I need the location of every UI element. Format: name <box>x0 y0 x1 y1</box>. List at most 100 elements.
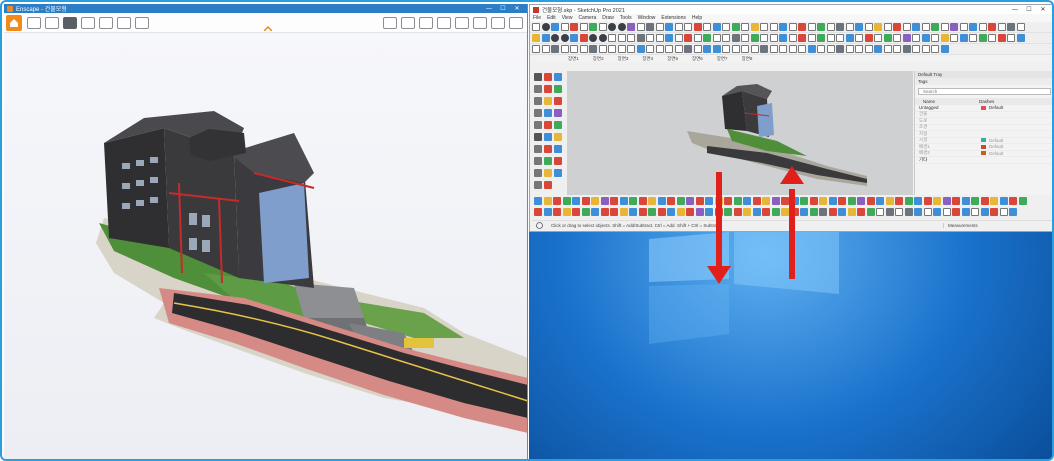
tool-icon[interactable] <box>836 45 844 53</box>
tool-icon[interactable] <box>684 34 692 42</box>
tool-icon[interactable] <box>940 23 949 31</box>
tool-icon[interactable] <box>961 207 970 216</box>
help-button[interactable] <box>509 16 523 29</box>
tool-icon[interactable] <box>693 23 702 31</box>
tool-icon[interactable] <box>855 23 863 31</box>
tool-icon[interactable] <box>591 207 599 216</box>
tool-icon[interactable] <box>990 196 998 205</box>
asset-library-button[interactable] <box>27 16 41 29</box>
tool-icon[interactable] <box>904 196 913 205</box>
tool-icon[interactable] <box>885 196 894 205</box>
tool-icon[interactable] <box>543 196 552 205</box>
tool-icon[interactable] <box>752 207 761 216</box>
sketchup-maximize-button[interactable]: ☐ <box>1022 6 1036 13</box>
tool-icon[interactable] <box>959 34 968 42</box>
tool-icon[interactable] <box>608 34 616 42</box>
tool-icon[interactable] <box>598 23 607 31</box>
tool-icon[interactable] <box>788 23 797 31</box>
tool-icon[interactable] <box>636 23 645 31</box>
orbit-tool-icon[interactable] <box>534 145 542 153</box>
light-button[interactable] <box>419 16 433 29</box>
sketchup-close-button[interactable]: ✕ <box>1036 6 1050 13</box>
tool-icon[interactable] <box>779 23 787 31</box>
axes-tool-icon[interactable] <box>544 133 552 141</box>
follow-me-tool-icon[interactable] <box>554 109 562 117</box>
tool-icon[interactable] <box>676 196 685 205</box>
tool-icon[interactable] <box>646 23 654 31</box>
book-button[interactable] <box>383 16 397 29</box>
shape-tool-icon[interactable] <box>554 85 562 93</box>
tool-icon[interactable] <box>553 207 561 216</box>
line-tool-icon[interactable] <box>534 85 542 93</box>
tool-icon[interactable] <box>636 34 645 42</box>
tool-icon[interactable] <box>629 196 637 205</box>
tool-icon[interactable] <box>874 34 882 42</box>
tool-icon[interactable] <box>855 45 863 53</box>
tool-icon[interactable] <box>800 207 808 216</box>
tool-icon[interactable] <box>931 45 939 53</box>
tool-icon[interactable] <box>532 23 540 31</box>
tool-icon[interactable] <box>895 196 903 205</box>
tool-icon[interactable] <box>999 196 1008 205</box>
tool-icon[interactable] <box>648 207 656 216</box>
tool-icon[interactable] <box>921 34 930 42</box>
tool-icon[interactable] <box>836 34 844 42</box>
tool-icon[interactable] <box>788 34 797 42</box>
tool-icon[interactable] <box>817 23 825 31</box>
tool-icon[interactable] <box>912 45 920 53</box>
tool-icon[interactable] <box>705 196 713 205</box>
tool-icon[interactable] <box>1016 34 1025 42</box>
tool-icon[interactable] <box>752 196 761 205</box>
tool-icon[interactable] <box>560 23 569 31</box>
tool-icon[interactable] <box>798 45 806 53</box>
tool-icon[interactable] <box>845 23 854 31</box>
tool-icon[interactable] <box>760 23 768 31</box>
info-icon[interactable] <box>536 221 543 229</box>
tag-color-swatch[interactable] <box>981 144 986 149</box>
account-button[interactable] <box>473 16 487 29</box>
tool-icon[interactable] <box>817 45 825 53</box>
tool-icon[interactable] <box>864 23 873 31</box>
tape-tool-icon[interactable] <box>534 121 542 129</box>
tool-icon[interactable] <box>838 196 846 205</box>
tool-icon[interactable] <box>562 196 571 205</box>
tool-icon[interactable] <box>617 34 626 42</box>
tool-icon[interactable] <box>807 45 816 53</box>
export-button[interactable] <box>117 16 131 29</box>
tags-search-input[interactable]: Search <box>918 88 1051 95</box>
tool-icon[interactable] <box>790 207 799 216</box>
text-tool-icon[interactable] <box>534 133 542 141</box>
tool-icon[interactable] <box>657 207 666 216</box>
tool-icon[interactable] <box>895 207 903 216</box>
tool-icon[interactable] <box>826 34 835 42</box>
tool-icon[interactable] <box>750 34 759 42</box>
tool-icon[interactable] <box>570 45 578 53</box>
tool-icon[interactable] <box>579 45 588 53</box>
tool-icon[interactable] <box>684 45 692 53</box>
tool-icon[interactable] <box>608 45 616 53</box>
tool-icon[interactable] <box>819 196 827 205</box>
tool-icon[interactable] <box>864 45 873 53</box>
tool-icon[interactable] <box>676 207 685 216</box>
minimize-button[interactable]: — <box>482 6 496 12</box>
tool-icon[interactable] <box>553 196 561 205</box>
menu-draw[interactable]: Draw <box>602 15 614 21</box>
tool-icon[interactable] <box>769 23 778 31</box>
tool-icon[interactable] <box>665 34 673 42</box>
section-plane-tool-icon[interactable] <box>554 169 562 177</box>
tool-icon[interactable] <box>760 34 768 42</box>
scene-tab[interactable]: 장면6 <box>692 56 703 62</box>
tool-icon[interactable] <box>980 207 989 216</box>
tag-color-swatch[interactable] <box>981 151 986 156</box>
tool-icon[interactable] <box>762 196 770 205</box>
tool-icon[interactable] <box>760 45 768 53</box>
tool-icon[interactable] <box>722 34 730 42</box>
tool-icon[interactable] <box>771 196 780 205</box>
tool-icon[interactable] <box>589 34 597 42</box>
settings-button[interactable] <box>491 16 505 29</box>
tool-icon[interactable] <box>771 207 780 216</box>
tool-icon[interactable] <box>864 34 873 42</box>
tool-icon[interactable] <box>638 207 647 216</box>
tool-icon[interactable] <box>581 196 590 205</box>
tool-icon[interactable] <box>788 45 797 53</box>
